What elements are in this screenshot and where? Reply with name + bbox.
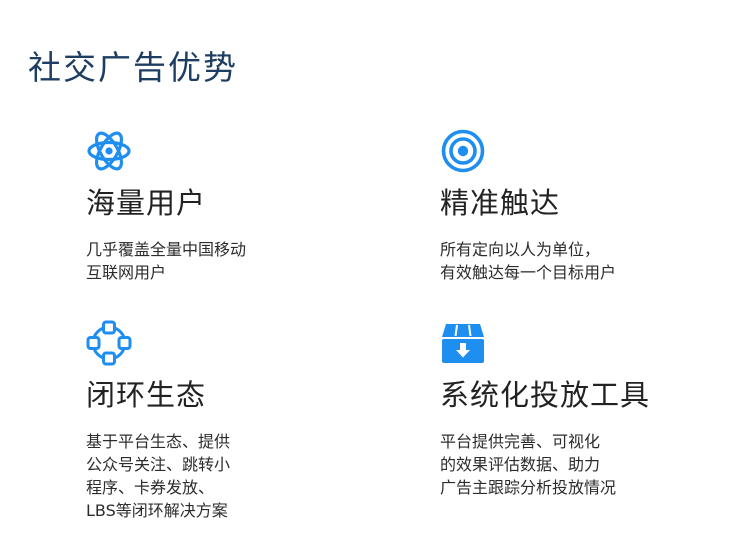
- feature-description: 所有定向以人为单位， 有效触达每一个目标用户: [440, 238, 616, 284]
- feature-description: 平台提供完善、可视化 的效果评估数据、助力 广告主跟踪分析投放情况: [440, 430, 616, 499]
- feature-title: 精准触达: [440, 186, 561, 220]
- feature-description-line: LBS等闭环解决方案: [86, 501, 228, 520]
- feature-description-line: 平台提供完善、可视化: [440, 432, 601, 451]
- feature-description-line: 的效果评估数据、助力: [440, 455, 601, 474]
- download-box-icon: [440, 320, 486, 366]
- feature-description-line: 公众号关注、跳转小: [86, 455, 231, 474]
- page-title: 社交广告优势: [28, 48, 238, 87]
- atom-icon: [86, 128, 132, 174]
- feature-description-line: 程序、卡券发放、: [86, 478, 215, 497]
- target-icon: [440, 128, 486, 174]
- feature-title: 海量用户: [86, 186, 207, 220]
- feature-description-line: 所有定向以人为单位，: [440, 240, 601, 259]
- feature-description-line: 有效触达每一个目标用户: [440, 263, 617, 282]
- feature-description-line: 广告主跟踪分析投放情况: [440, 478, 617, 497]
- feature-title: 系统化投放工具: [440, 378, 651, 412]
- feature-description-line: 互联网用户: [86, 263, 167, 282]
- feature-description: 基于平台生态、提供 公众号关注、跳转小 程序、卡券发放、 LBS等闭环解决方案: [86, 430, 230, 522]
- feature-title: 闭环生态: [86, 378, 207, 412]
- feature-description-line: 几乎覆盖全量中国移动: [86, 240, 247, 259]
- feature-description: 几乎覆盖全量中国移动 互联网用户: [86, 238, 246, 284]
- feature-description-line: 基于平台生态、提供: [86, 432, 231, 451]
- network-ring-icon: [86, 320, 132, 366]
